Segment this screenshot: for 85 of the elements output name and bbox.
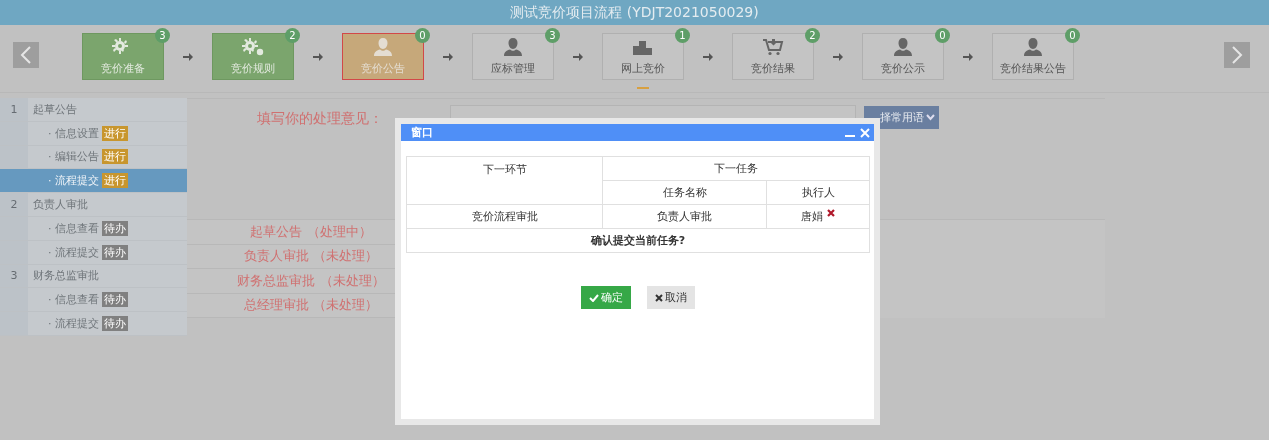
item-label: · 信息查看 <box>48 292 99 308</box>
window-title: 测试竞价项目流程 (YDJT2021050029) <box>510 3 759 22</box>
arrow-right-icon <box>703 53 713 61</box>
table-cell: 竞价流程审批 <box>406 204 603 229</box>
next-button[interactable] <box>1224 42 1250 68</box>
status-tag: 进行 <box>102 149 128 165</box>
sidebar-item[interactable]: · 信息设置 进行 <box>0 121 187 146</box>
user-icon <box>502 37 524 56</box>
progress-text: 财务总监审批 （未处理） <box>237 271 385 290</box>
item-label: · 编辑公告 <box>48 149 99 165</box>
confirm-button[interactable]: 确定 <box>580 286 631 309</box>
confirm-message: 确认提交当前任务? <box>406 228 870 253</box>
table-header: 下一环节 <box>406 156 603 205</box>
cart-icon <box>762 37 784 56</box>
sidebar-item[interactable]: · 流程提交 进行 <box>0 169 187 194</box>
previous-button[interactable] <box>13 42 39 68</box>
status-tag: 进行 <box>102 173 128 189</box>
count-badge: 0 <box>935 28 950 43</box>
sidebar-item[interactable]: · 信息查看 待办 <box>0 288 187 313</box>
progress-text: 起草公告 （处理中） <box>250 222 372 241</box>
status-tag: 待办 <box>102 244 128 260</box>
step-label: 竞价公告 <box>361 60 405 76</box>
assignee-name: 唐娟 <box>801 209 824 224</box>
gear-icon <box>242 37 264 56</box>
arrow-right-icon <box>313 53 323 61</box>
count-badge: 1 <box>675 28 690 43</box>
user-icon <box>1022 37 1044 56</box>
count-badge: 2 <box>285 28 300 43</box>
user-icon <box>892 37 914 56</box>
group-label: 起草公告 <box>33 101 77 117</box>
close-icon[interactable] <box>860 127 870 138</box>
item-label: · 流程提交 <box>48 244 99 260</box>
arrow-right-icon <box>573 53 583 61</box>
dialog-title: 窗口 <box>411 125 433 140</box>
table-cell: 负责人审批 <box>602 204 767 229</box>
sidebar-item[interactable]: · 编辑公告 进行 <box>0 145 187 170</box>
chevron-left-icon <box>20 46 32 64</box>
sidebar-item[interactable]: · 信息查看 待办 <box>0 217 187 241</box>
progress-text: 负责人审批 （未处理） <box>243 247 379 266</box>
count-badge: 3 <box>545 28 560 43</box>
step-label: 竞价规则 <box>231 60 275 76</box>
count-badge: 0 <box>1065 28 1080 43</box>
table-header: 下一任务 <box>602 156 870 181</box>
progress-text: 总经理审批 （未处理） <box>243 296 379 315</box>
group-number: 1 <box>9 102 19 116</box>
group-label: 财务总监审批 <box>33 268 99 284</box>
arrow-right-icon <box>963 53 973 61</box>
table-header: 执行人 <box>766 180 870 205</box>
sidebar-item[interactable]: · 流程提交 待办 <box>0 312 187 336</box>
count-badge: 0 <box>415 28 430 43</box>
user-icon <box>372 37 394 56</box>
item-label: · 流程提交 <box>48 316 99 332</box>
arrow-right-icon <box>183 53 193 61</box>
sidebar-group[interactable]: 2 负责人审批 <box>0 193 187 217</box>
status-tag: 待办 <box>102 220 128 236</box>
step-label: 竞价公示 <box>881 60 925 76</box>
chevron-right-icon <box>1231 46 1243 64</box>
sidebar-group[interactable]: 1 起草公告 <box>0 98 187 122</box>
group-label: 负责人审批 <box>33 197 88 213</box>
check-icon <box>588 293 599 302</box>
step-label: 网上竞价 <box>621 60 665 76</box>
remove-icon[interactable] <box>827 209 836 217</box>
step-label: 竞价结果公告 <box>1000 60 1066 76</box>
step-label: 竞价准备 <box>101 60 145 76</box>
group-number: 2 <box>9 198 19 212</box>
status-tag: 待办 <box>102 316 128 332</box>
cancel-button[interactable]: 取消 <box>646 286 695 309</box>
status-tag: 进行 <box>102 125 128 141</box>
caret-icon <box>926 114 935 121</box>
arrow-right-icon <box>443 53 453 61</box>
opinion-label: 填写你的处理意见： <box>257 110 384 128</box>
count-badge: 2 <box>805 28 820 43</box>
step-label: 竞价结果 <box>751 60 795 76</box>
group-number: 3 <box>9 269 19 283</box>
sidebar-group[interactable]: 3 财务总监审批 <box>0 264 187 289</box>
item-label: · 信息查看 <box>48 220 99 236</box>
status-tag: 待办 <box>102 292 128 308</box>
item-label: · 流程提交 <box>48 173 99 189</box>
item-label: · 信息设置 <box>48 125 99 141</box>
arrow-right-icon <box>833 53 843 61</box>
step-label: 应标管理 <box>491 60 535 76</box>
sidebar-item[interactable]: · 流程提交 待办 <box>0 240 187 265</box>
count-badge: 3 <box>155 28 170 43</box>
table-header: 任务名称 <box>602 180 767 205</box>
cross-icon <box>654 293 663 302</box>
